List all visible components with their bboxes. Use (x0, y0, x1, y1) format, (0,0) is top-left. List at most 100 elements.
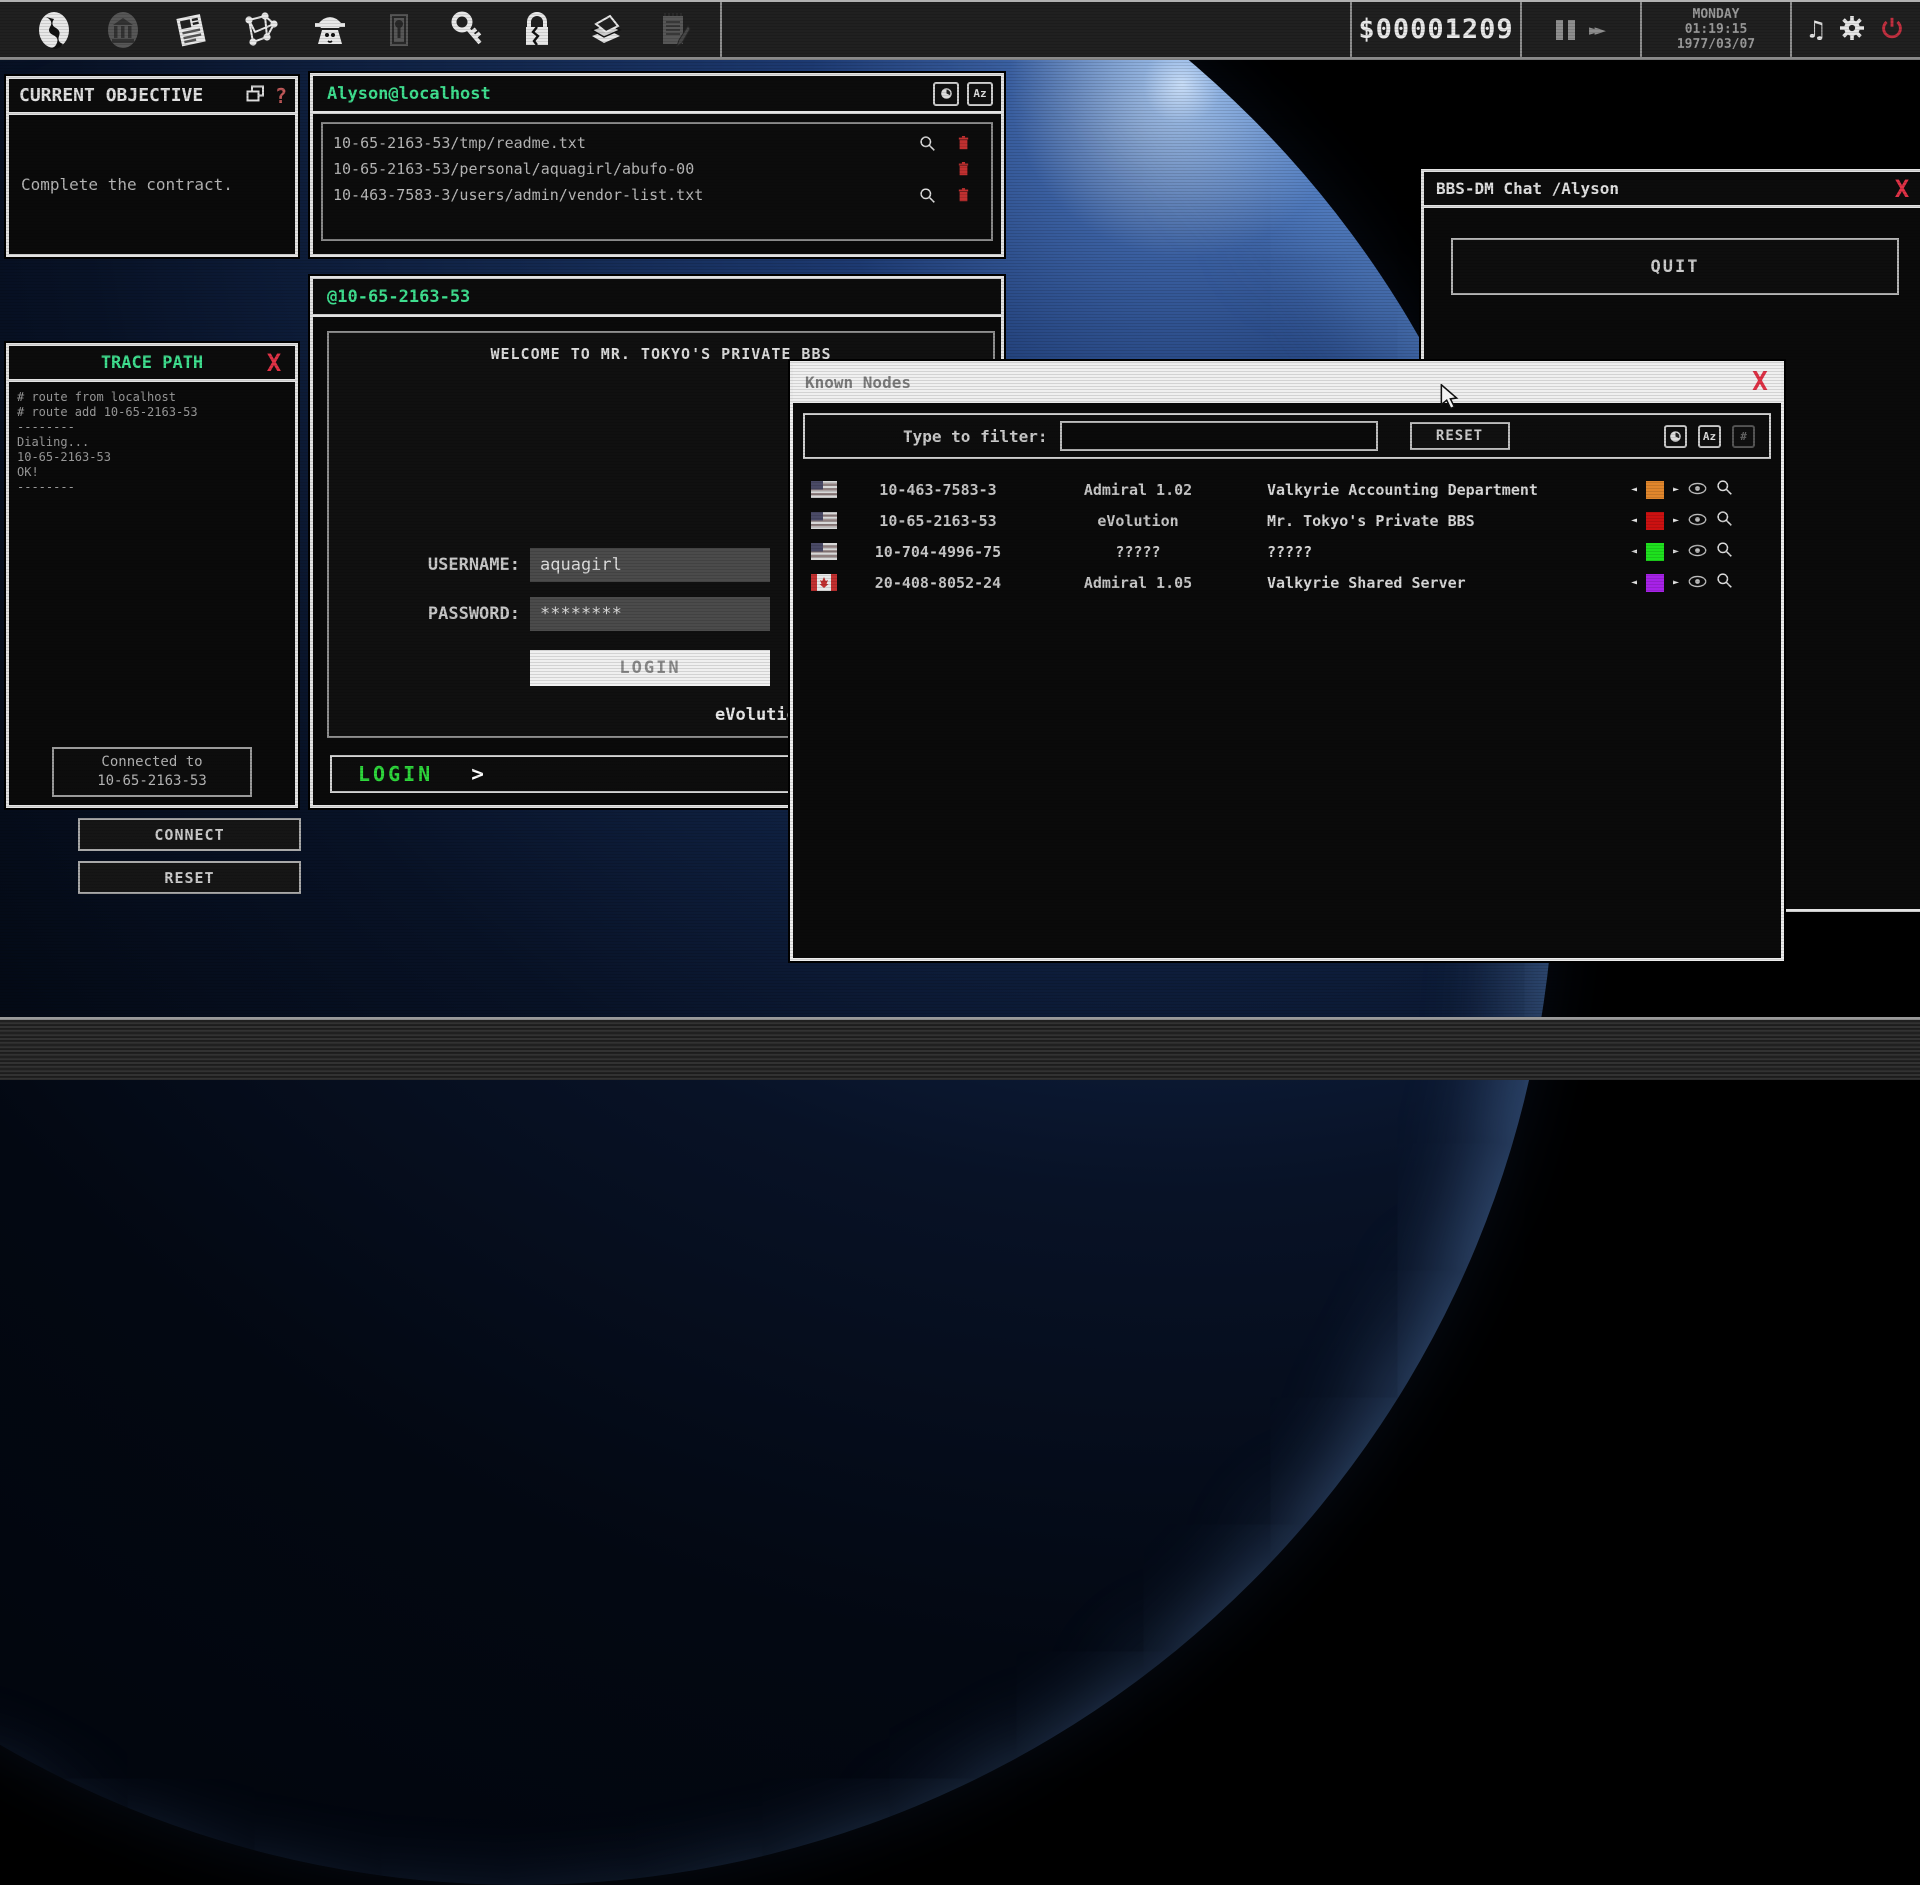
key-icon[interactable] (446, 8, 490, 52)
watch-node-icon[interactable] (1688, 481, 1707, 499)
pause-button[interactable] (1556, 20, 1575, 40)
current-objective-window: CURRENT OBJECTIVE ? Complete the contrac… (6, 76, 298, 257)
inspect-node-icon[interactable] (1716, 479, 1733, 500)
color-prev-icon[interactable]: ◄ (1631, 484, 1637, 495)
settings-gear-icon[interactable] (1840, 16, 1864, 44)
close-icon[interactable]: X (259, 346, 289, 379)
connect-button[interactable]: CONNECT (78, 818, 301, 851)
bbs-welcome-text: WELCOME TO MR. TOKYO'S PRIVATE BBS (329, 333, 993, 363)
mouse-cursor (1438, 384, 1460, 414)
files-title: Alyson@localhost (327, 84, 491, 104)
node-row[interactable]: 10-463-7583-3 Admiral 1.02 Valkyrie Acco… (793, 477, 1781, 502)
cascade-windows-icon[interactable] (246, 85, 265, 107)
help-icon[interactable]: ? (275, 84, 287, 108)
filter-label: Type to filter: (903, 427, 1048, 446)
power-icon[interactable] (1880, 16, 1904, 44)
close-icon[interactable]: X (1887, 172, 1917, 205)
close-icon[interactable]: X (1745, 364, 1775, 400)
darkweb-icon[interactable] (308, 8, 352, 52)
view-file-icon[interactable] (909, 135, 945, 152)
news-icon[interactable] (170, 8, 214, 52)
clock-date: 1977/03/07 (1677, 37, 1755, 52)
bank-icon[interactable] (101, 8, 145, 52)
us-flag-icon (811, 512, 837, 529)
file-row[interactable]: 10-463-7583-3/users/admin/vendor-list.tx… (333, 182, 981, 208)
color-next-icon[interactable]: ► (1673, 484, 1679, 495)
toolbar-icons (0, 2, 722, 57)
inspect-node-icon[interactable] (1716, 541, 1733, 562)
sort-az-button[interactable]: Az (1698, 425, 1721, 448)
quit-button[interactable]: QUIT (1451, 238, 1899, 295)
color-prev-icon[interactable]: ◄ (1631, 577, 1637, 588)
known-nodes-window: Known Nodes X Type to filter: RESET Az #… (790, 361, 1784, 961)
file-row[interactable]: 10-65-2163-53/personal/aquagirl/abufo-00 (333, 156, 981, 182)
cracked-lock-icon[interactable] (515, 8, 559, 52)
software-icon[interactable] (584, 8, 628, 52)
world-map-icon[interactable] (32, 8, 76, 52)
local-files-window: Alyson@localhost Az 10-65-2163-53/tmp/re… (310, 73, 1004, 257)
network-map-icon[interactable] (239, 8, 283, 52)
filter-reset-button[interactable]: RESET (1410, 422, 1510, 450)
file-list: 10-65-2163-53/tmp/readme.txt 10-65-2163-… (321, 122, 993, 241)
view-file-icon[interactable] (909, 187, 945, 204)
notes-icon[interactable] (653, 8, 697, 52)
watch-node-icon[interactable] (1688, 512, 1707, 530)
delete-file-icon[interactable] (945, 136, 981, 150)
top-toolbar: $00001209 ►► MONDAY 01:19:15 1977/03/07 … (0, 0, 1920, 60)
node-row[interactable]: 10-65-2163-53 eVolution Mr. Tokyo's Priv… (793, 508, 1781, 533)
sort-az-button[interactable]: Az (967, 82, 993, 106)
color-prev-icon[interactable]: ◄ (1631, 546, 1637, 557)
file-row[interactable]: 10-65-2163-53/tmp/readme.txt (333, 130, 981, 156)
username-field[interactable] (530, 548, 770, 582)
objective-text: Complete the contract. (9, 115, 295, 194)
known-nodes-titlebar[interactable]: Known Nodes X (793, 364, 1781, 403)
node-title: @10-65-2163-53 (327, 287, 470, 307)
clock-day: MONDAY (1693, 7, 1740, 22)
time-controls: ►► (1520, 2, 1640, 57)
node-color-swatch (1646, 481, 1664, 499)
color-next-icon[interactable]: ► (1673, 577, 1679, 588)
canada-flag-icon (811, 574, 837, 591)
filter-bar: Type to filter: RESET Az # (803, 413, 1771, 459)
sort-time-button[interactable] (1664, 425, 1687, 448)
inspect-node-icon[interactable] (1716, 572, 1733, 593)
sort-numeric-button[interactable]: # (1732, 425, 1755, 448)
filter-input[interactable] (1060, 421, 1378, 451)
inspect-node-icon[interactable] (1716, 510, 1733, 531)
watch-node-icon[interactable] (1688, 574, 1707, 592)
node-row[interactable]: 20-408-8052-24 Admiral 1.05 Valkyrie Sha… (793, 570, 1781, 595)
objective-title: CURRENT OBJECTIVE (19, 85, 203, 106)
chat-title: BBS-DM Chat /Alyson (1436, 179, 1619, 198)
password-label: PASSWORD: (405, 604, 520, 624)
delete-file-icon[interactable] (945, 188, 981, 202)
fast-forward-button[interactable]: ►► (1589, 19, 1606, 41)
color-next-icon[interactable]: ► (1673, 515, 1679, 526)
money-display: $00001209 (1350, 2, 1520, 57)
trace-path-window: TRACE PATH X # route from localhost # ro… (6, 343, 298, 808)
node-row[interactable]: 10-704-4996-75 ????? ????? ◄ ► (793, 539, 1781, 564)
bottom-bar (0, 1017, 1920, 1080)
node-color-swatch (1646, 512, 1664, 530)
trace-log: # route from localhost # route add 10-65… (9, 382, 295, 503)
delete-file-icon[interactable] (945, 162, 981, 176)
password-field[interactable] (530, 597, 770, 631)
trace-title: TRACE PATH (101, 353, 203, 373)
music-icon[interactable]: ♫ (1808, 15, 1823, 44)
command-login[interactable]: LOGIN (332, 762, 433, 786)
watch-node-icon[interactable] (1688, 543, 1707, 561)
keycard-icon[interactable] (377, 8, 421, 52)
node-color-swatch (1646, 574, 1664, 592)
us-flag-icon (811, 481, 837, 498)
us-flag-icon (811, 543, 837, 560)
clock-time: 01:19:15 (1685, 22, 1748, 37)
prompt-chevron-icon: > (471, 762, 484, 786)
connected-status: Connected to 10-65-2163-53 (52, 747, 252, 797)
color-prev-icon[interactable]: ◄ (1631, 515, 1637, 526)
sort-time-button[interactable] (933, 82, 959, 106)
login-button[interactable]: LOGIN (530, 650, 770, 686)
trace-reset-button[interactable]: RESET (78, 861, 301, 894)
username-label: USERNAME: (405, 555, 520, 575)
known-nodes-title: Known Nodes (805, 373, 911, 392)
color-next-icon[interactable]: ► (1673, 546, 1679, 557)
node-list: 10-463-7583-3 Admiral 1.02 Valkyrie Acco… (793, 477, 1781, 595)
